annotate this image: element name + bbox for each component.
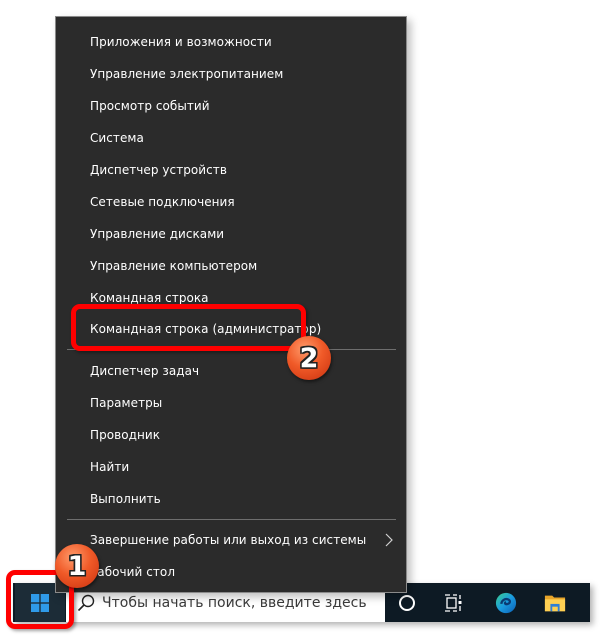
menu-item-run[interactable]: Выполнить (56, 483, 406, 515)
menu-item-label: Завершение работы или выход из системы (90, 533, 367, 547)
menu-item-event-viewer[interactable]: Просмотр событий (56, 90, 406, 122)
highlight-command-prompt-admin (71, 304, 306, 351)
menu-item-label: Выполнить (90, 492, 161, 506)
menu-item-device-manager[interactable]: Диспетчер устройств (56, 154, 406, 186)
menu-item-label: Проводник (90, 428, 161, 442)
menu-item-label: Управление дисками (90, 227, 225, 241)
step-badge-1: 1 (55, 544, 99, 588)
menu-item-task-manager[interactable]: Диспетчер задач (56, 355, 406, 387)
menu-item-disk-management[interactable]: Управление дисками (56, 218, 406, 250)
menu-item-label: Командная строка (90, 291, 209, 305)
step-badge-2: 2 (287, 336, 331, 380)
menu-separator (67, 519, 396, 520)
menu-item-label: Управление компьютером (90, 259, 258, 273)
menu-item-label: Система (90, 131, 144, 145)
search-placeholder: Чтобы начать поиск, введите здесь (102, 594, 367, 611)
menu-item-computer-management[interactable]: Управление компьютером (56, 250, 406, 282)
menu-item-label: Диспетчер задач (90, 364, 200, 378)
menu-item-shutdown-signout[interactable]: Завершение работы или выход из системы (56, 524, 406, 556)
menu-item-settings[interactable]: Параметры (56, 387, 406, 419)
menu-item-desktop[interactable]: Рабочий стол (56, 556, 406, 588)
menu-item-label: Диспетчер устройств (90, 163, 227, 177)
chevron-right-icon (385, 533, 393, 547)
edge-browser-icon[interactable] (495, 592, 517, 614)
menu-item-apps-features[interactable]: Приложения и возможности (56, 26, 406, 58)
menu-item-label: Рабочий стол (90, 565, 176, 579)
menu-item-label: Параметры (90, 396, 163, 410)
menu-item-label: Сетевые подключения (90, 195, 235, 209)
task-view-icon[interactable] (443, 592, 465, 614)
menu-item-network-connections[interactable]: Сетевые подключения (56, 186, 406, 218)
menu-item-search[interactable]: Найти (56, 451, 406, 483)
menu-item-label: Найти (90, 460, 130, 474)
menu-item-label: Управление электропитанием (90, 67, 284, 81)
search-icon (77, 594, 95, 611)
menu-item-system[interactable]: Система (56, 122, 406, 154)
menu-item-file-explorer[interactable]: Проводник (56, 419, 406, 451)
cortana-circle-icon[interactable] (396, 592, 418, 614)
file-explorer-icon[interactable] (544, 592, 566, 614)
menu-item-label: Приложения и возможности (90, 35, 272, 49)
menu-item-power-options[interactable]: Управление электропитанием (56, 58, 406, 90)
menu-item-label: Просмотр событий (90, 99, 210, 113)
